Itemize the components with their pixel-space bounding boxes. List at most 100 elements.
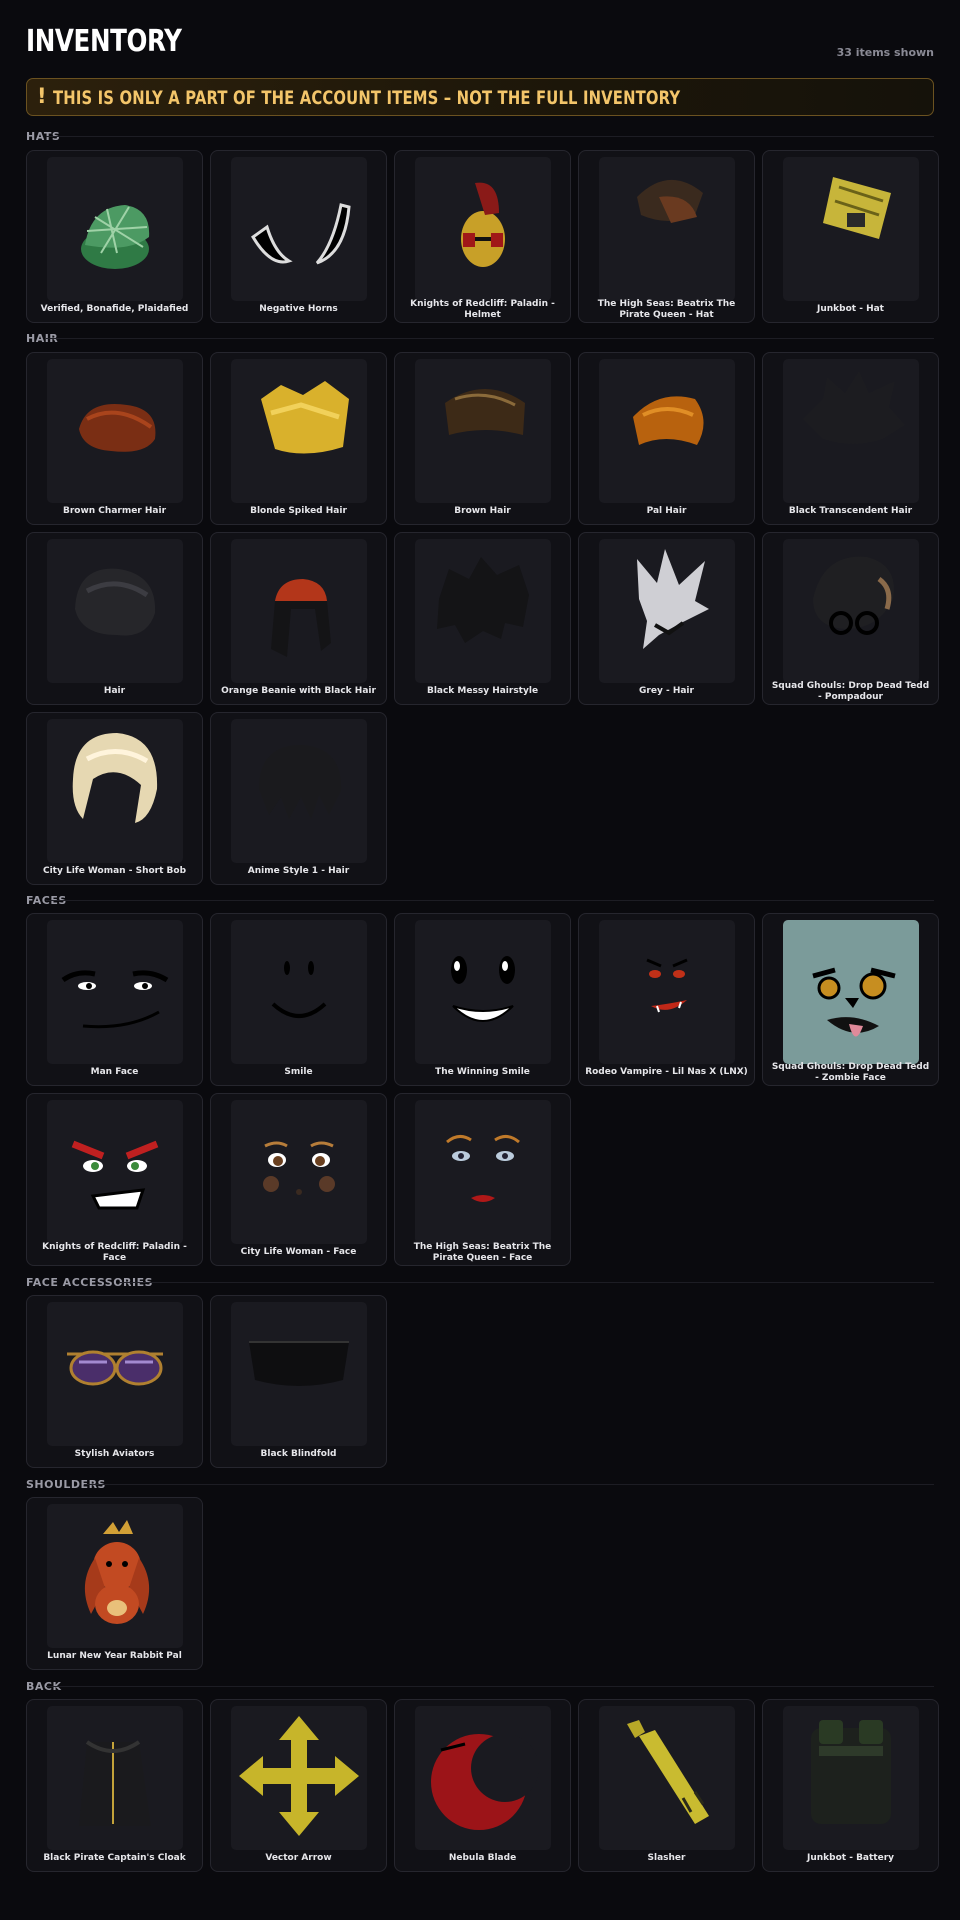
section-grid-faces: Man Face Smile The Winning Smile Rodeo Vamp… [26,913,939,1266]
inventory-page: INVENTORY 33 items shown ! THIS IS ONLY … [0,0,960,1920]
aviators-icon [47,1302,183,1446]
brown-hair-icon [47,359,183,503]
item-card[interactable]: Man Face [26,913,203,1086]
page-title: INVENTORY [26,24,182,59]
item-card[interactable]: Black Pirate Captain's Cloak [26,1699,203,1872]
item-name: Nebula Blade [448,1853,517,1863]
section-grid-hats: Verified, Bonafide, Plaidafied Negative H… [26,150,939,323]
cloak-icon [47,1706,183,1850]
item-name: Black Pirate Captain's Cloak [43,1853,186,1863]
section-divider [46,1686,934,1687]
beanie-hair-icon [231,539,367,683]
item-card[interactable]: Brown Hair [394,352,571,525]
item-name: Orange Beanie with Black Hair [221,686,376,696]
item-card[interactable]: Lunar New Year Rabbit Pal [26,1497,203,1670]
blonde-bob-icon [47,719,183,863]
item-card[interactable]: Squad Ghouls: Drop Dead Tedd - Zombie Fa… [762,913,939,1086]
slasher-icon [599,1706,735,1850]
item-card[interactable]: Anime Style 1 - Hair [210,712,387,885]
paladin-helmet-icon [415,157,551,301]
section-grid-shoulders: Lunar New Year Rabbit Pal [26,1497,934,1670]
item-card[interactable]: Knights of Redcliff: Paladin - Face [26,1093,203,1266]
item-name: The Winning Smile [435,1067,530,1077]
vampire-face-icon [599,920,735,1064]
item-card[interactable]: Junkbot - Hat [762,150,939,323]
item-card[interactable]: Brown Charmer Hair [26,352,203,525]
grey-hair-icon [599,539,735,683]
smile-face-icon [231,920,367,1064]
paladin-face-icon [47,1100,183,1244]
item-card[interactable]: Stylish Aviators [26,1295,203,1468]
man-face-icon [47,920,183,1064]
rabbit-pal-icon [47,1504,183,1648]
zombie-face-icon [783,920,919,1064]
item-card[interactable]: The High Seas: Beatrix The Pirate Queen … [578,150,755,323]
item-card[interactable]: Black Transcendent Hair [762,352,939,525]
item-card[interactable]: Negative Horns [210,150,387,323]
item-name: Pal Hair [646,506,687,516]
item-card[interactable]: Pal Hair [578,352,755,525]
item-name: Squad Ghouls: Drop Dead Tedd - Pompadour [771,680,930,702]
item-name: Smile [284,1067,313,1077]
item-card[interactable]: Vector Arrow [210,1699,387,1872]
vector-arrow-icon [231,1706,367,1850]
section-grid-hair: Brown Charmer Hair Blonde Spiked Hair Brow… [26,352,939,885]
junkbot-hat-icon [783,157,919,301]
section-grid-face-accessories: Stylish Aviators Black Blindfold [26,1295,934,1468]
item-card[interactable]: Black Messy Hairstyle [394,532,571,705]
item-card[interactable]: Orange Beanie with Black Hair [210,532,387,705]
item-name: Black Blindfold [260,1449,337,1459]
black-hair-icon [47,539,183,683]
item-card[interactable]: The Winning Smile [394,913,571,1086]
brown-hair-2-icon [415,359,551,503]
anime-hair-icon [231,719,367,863]
item-name: Stylish Aviators [74,1449,155,1459]
item-name: The High Seas: Beatrix The Pirate Queen … [413,1241,552,1263]
item-name: Vector Arrow [265,1853,332,1863]
item-card[interactable]: Black Blindfold [210,1295,387,1468]
item-name: Knights of Redcliff: Paladin - Helmet [410,298,555,320]
item-card[interactable]: Slasher [578,1699,755,1872]
section-divider [84,1484,934,1485]
item-card[interactable]: Hair [26,532,203,705]
item-name: Blonde Spiked Hair [250,506,347,516]
item-card[interactable]: Verified, Bonafide, Plaidafied [26,150,203,323]
blindfold-icon [231,1302,367,1446]
black-spiky-hair-icon [783,359,919,503]
item-name: Rodeo Vampire - Lil Nas X (LNX) [585,1067,748,1077]
item-name: Squad Ghouls: Drop Dead Tedd - Zombie Fa… [771,1061,930,1083]
item-card[interactable]: Blonde Spiked Hair [210,352,387,525]
item-card[interactable]: City Life Woman - Short Bob [26,712,203,885]
blonde-hair-icon [231,359,367,503]
item-name: Junkbot - Battery [806,1853,895,1863]
warning-icon: ! [37,84,47,108]
item-name: Slasher [647,1853,686,1863]
warning-banner: ! THIS IS ONLY A PART OF THE ACCOUNT ITE… [26,78,934,116]
item-card[interactable]: Knights of Redcliff: Paladin - Helmet [394,150,571,323]
item-card[interactable]: City Life Woman - Face [210,1093,387,1266]
item-name: Black Transcendent Hair [788,506,913,516]
item-card[interactable]: Junkbot - Battery [762,1699,939,1872]
item-card[interactable]: Nebula Blade [394,1699,571,1872]
item-name: The High Seas: Beatrix The Pirate Queen … [597,298,736,320]
item-card[interactable]: Squad Ghouls: Drop Dead Tedd - Pompadour [762,532,939,705]
section-divider [46,338,934,339]
item-name: Negative Horns [259,304,338,314]
item-card[interactable]: Grey - Hair [578,532,755,705]
green-plaid-cap-icon [47,157,183,301]
section-divider [120,1282,934,1283]
items-count: 33 items shown [836,46,934,59]
item-card[interactable]: The High Seas: Beatrix The Pirate Queen … [394,1093,571,1266]
warning-text: THIS IS ONLY A PART OF THE ACCOUNT ITEMS… [53,87,681,109]
item-name: Brown Charmer Hair [62,506,167,516]
section-divider [46,136,934,137]
item-name: Brown Hair [454,506,511,516]
header: INVENTORY 33 items shown [26,24,934,64]
item-card[interactable]: Smile [210,913,387,1086]
item-name: Hair [103,686,126,696]
orange-hair-icon [599,359,735,503]
item-name: Black Messy Hairstyle [426,686,539,696]
pirate-hat-icon [599,157,735,301]
item-card[interactable]: Rodeo Vampire - Lil Nas X (LNX) [578,913,755,1086]
nebula-blade-icon [415,1706,551,1850]
